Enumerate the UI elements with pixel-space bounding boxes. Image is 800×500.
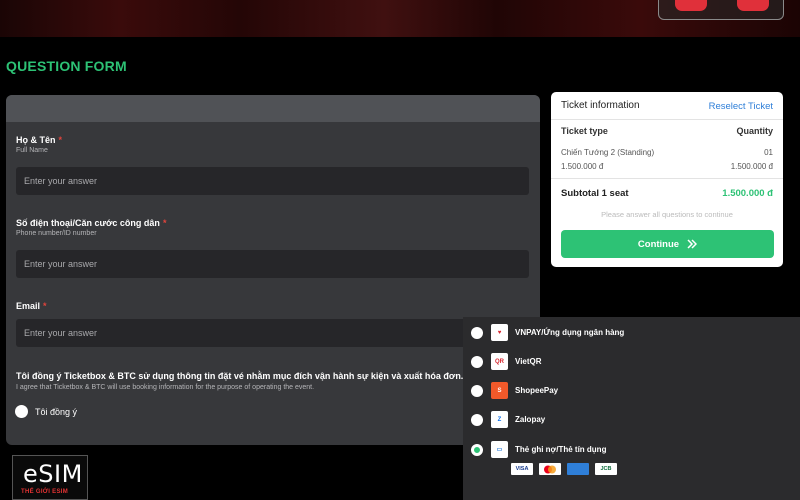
payment-label: ShopeePay [515, 386, 559, 395]
email-field: Email * [16, 301, 529, 347]
payment-label: VietQR [515, 357, 542, 366]
payment-option-credit-card[interactable]: ▭ Thẻ ghi nợ/Thẻ tín dụng [471, 441, 606, 458]
payment-option-shopeepay[interactable]: S ShopeePay [471, 382, 558, 399]
required-marker: * [43, 301, 47, 311]
required-marker: * [58, 135, 63, 145]
payment-radio[interactable] [471, 326, 483, 339]
phone-input[interactable] [16, 250, 529, 278]
payment-radio[interactable] [471, 413, 483, 426]
payment-option-zalopay[interactable]: Z Zalopay [471, 411, 545, 428]
payment-radio[interactable] [471, 355, 483, 368]
continue-label: Continue [637, 238, 680, 250]
payment-option-vnpay[interactable]: ♥ VNPAY/Ứng dụng ngân hàng [471, 324, 624, 341]
subtotal-amount: 1.500.000 đ [722, 188, 773, 199]
consent-title: Tôi đồng ý Ticketbox & BTC sử dụng thông… [16, 371, 464, 381]
card-brands: VISA JCB [511, 463, 623, 475]
ticket-item-total: 1.500.000 đ [730, 162, 773, 171]
mastercard-icon [539, 463, 561, 475]
banner-action-group [658, 0, 784, 20]
banner-button-right[interactable] [737, 0, 769, 11]
ticket-info-title: Ticket information [561, 100, 640, 111]
ticket-type-header: Ticket type [561, 126, 608, 136]
form-card-header [6, 95, 540, 122]
jcb-icon: JCB [595, 463, 617, 475]
vnpay-icon: ♥ [491, 324, 508, 341]
full-name-field: Họ & Tên * Full Name [16, 135, 529, 195]
esim-logo-subtext: THẾ GIỚI ESIM [21, 489, 69, 495]
full-name-input[interactable] [16, 167, 529, 195]
ticket-item-price: 1.500.000 đ [561, 162, 604, 171]
zalopay-icon: Z [491, 411, 508, 428]
divider [551, 119, 783, 120]
subtotal-label: Subtotal 1 seat [561, 188, 629, 199]
double-chevron-right-icon [687, 239, 698, 249]
payment-label: Thẻ ghi nợ/Thẻ tín dụng [515, 445, 607, 454]
divider [551, 178, 783, 179]
continue-hint: Please answer all questions to continue [601, 210, 733, 219]
credit-card-icon: ▭ [491, 441, 508, 458]
full-name-label: Họ & Tên [16, 135, 56, 145]
quantity-header: Quantity [736, 126, 773, 136]
esim-logo-text: eSIM [23, 460, 83, 488]
consent-block: Tôi đồng ý Ticketbox & BTC sử dụng thông… [16, 371, 516, 391]
payment-option-vietqr[interactable]: QR VietQR [471, 353, 542, 370]
phone-sublabel: Phone number/ID number [16, 230, 97, 237]
ticket-item-qty: 01 [764, 148, 773, 157]
amex-icon [567, 463, 589, 475]
payment-label: VNPAY/Ứng dụng ngân hàng [515, 328, 625, 337]
email-label: Email [16, 301, 41, 311]
agree-label: Tôi đồng ý [35, 406, 78, 417]
agree-radio[interactable] [15, 405, 28, 418]
visa-icon: VISA [511, 463, 533, 475]
email-input[interactable] [16, 319, 529, 347]
full-name-sublabel: Full Name [16, 147, 48, 154]
banner-button-left[interactable] [675, 0, 707, 11]
ticket-info-panel: Ticket information Reselect Ticket Ticke… [551, 92, 783, 267]
payment-radio[interactable] [471, 384, 483, 397]
question-form: Họ & Tên* Full Name Số điện thoại/Căn cư… [6, 95, 540, 445]
event-banner [0, 0, 800, 37]
phone-label: Số điện thoại/Căn cước công dân [16, 218, 160, 228]
consent-subtitle: I agree that Ticketbox & BTC will use bo… [16, 384, 315, 391]
vietqr-icon: QR [491, 353, 508, 370]
payment-radio-selected[interactable] [471, 443, 483, 456]
required-marker: * [162, 218, 167, 228]
ticket-item-name: Chiến Tướng 2 (Standing) [561, 148, 655, 157]
payment-methods-panel: ♥ VNPAY/Ứng dụng ngân hàng QR VietQR S S… [463, 317, 800, 500]
reselect-ticket-link[interactable]: Reselect Ticket [709, 101, 773, 112]
agree-option[interactable]: Tôi đồng ý [15, 405, 77, 418]
page-title: QUESTION FORM [6, 58, 127, 74]
phone-field: Số điện thoại/Căn cước công dân * Phone n… [16, 218, 529, 278]
payment-label: Zalopay [515, 415, 546, 424]
shopeepay-icon: S [491, 382, 508, 399]
continue-button[interactable]: Continue [561, 230, 774, 258]
esim-watermark-logo: eSIM THẾ GIỚI ESIM [12, 455, 88, 500]
